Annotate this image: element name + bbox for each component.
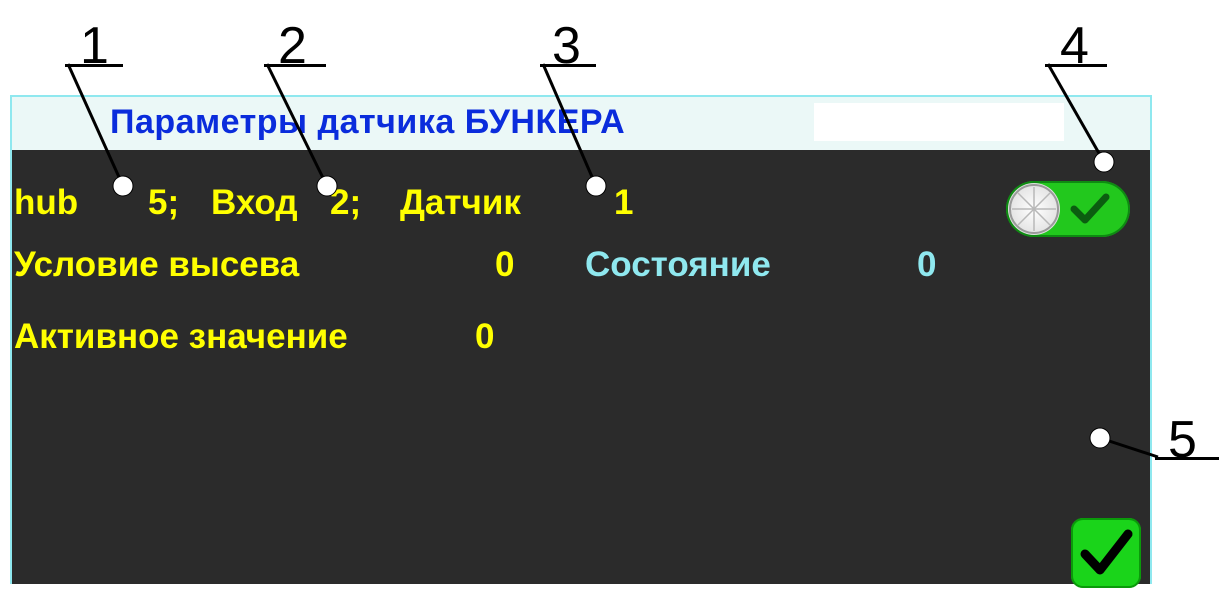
callout-leaders — [66, 63, 1159, 459]
